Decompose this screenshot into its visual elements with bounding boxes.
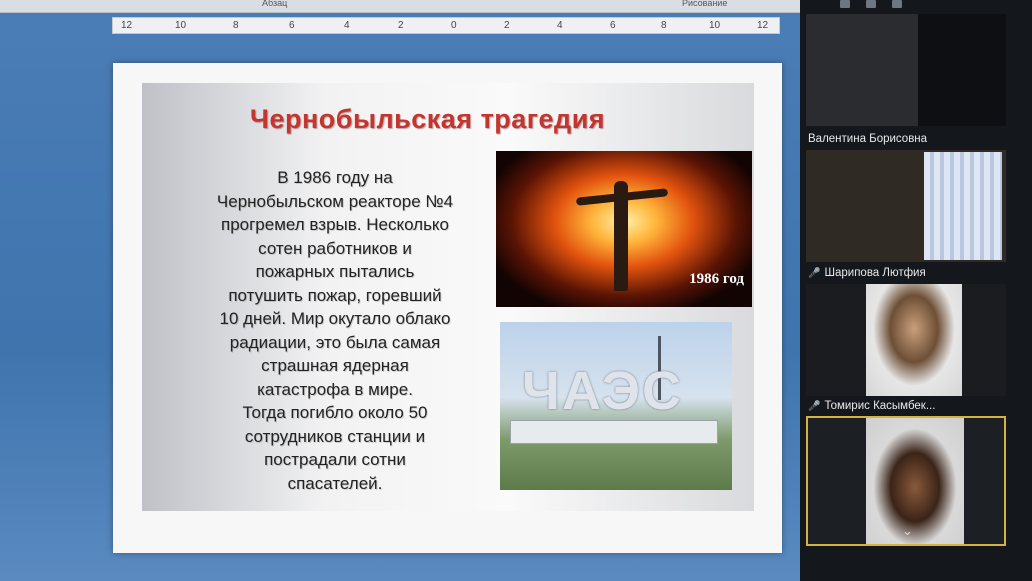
toolbar-icon[interactable] [866, 0, 876, 8]
ruler-tick: 4 [557, 20, 563, 31]
slide-title: Чернобыльская трагедия [250, 104, 606, 134]
ruler-tick: 0 [451, 20, 457, 31]
ruler-tick: 8 [233, 20, 239, 31]
ruler-tick: 2 [504, 20, 510, 31]
paragraph-line: В 1986 году на [277, 168, 393, 187]
paragraph-line: страшная ядерная [261, 356, 409, 375]
paragraph-line: потушить пожар, горевший [228, 285, 442, 305]
paragraph-line: сотрудников станции и [244, 426, 426, 446]
monument-figure [614, 181, 628, 291]
participant-video [866, 418, 964, 544]
ruler-tick: 12 [121, 20, 133, 31]
participant-video [924, 152, 1002, 260]
paragraph-line: 10 дней. Мир окутало облако [219, 309, 451, 328]
ribbon-label-drawing[interactable]: Рисование [682, 0, 727, 8]
ruler-tick: 12 [757, 20, 769, 31]
paragraph-line: прогремел взрыв. Несколько [220, 215, 450, 234]
ruler-tick: 8 [661, 20, 667, 31]
participant-tile[interactable] [806, 284, 1006, 396]
ruler-tick: 6 [610, 20, 616, 31]
mic-muted-icon: 🎤 [808, 401, 821, 412]
paragraph-line: радиации, это была самая [229, 332, 441, 352]
chevron-down-icon[interactable]: ⌄ [902, 523, 913, 539]
paragraph-line: пожарных пытались [255, 262, 415, 281]
participant-video [918, 14, 1006, 126]
paragraph-line: катастрофа в мире. [257, 379, 413, 399]
ruler-tick: 6 [289, 20, 295, 31]
photo-caption: 1986 год [689, 271, 744, 287]
participant-name: 🎤 Томирис Касымбек... [808, 400, 935, 412]
paragraph-line: сотен работников и [258, 238, 412, 258]
participant-name: 🎤 Шарипова Лютфия [808, 267, 926, 279]
participant-tile[interactable] [806, 150, 1006, 262]
slide-paragraph: В 1986 году на Чернобыльском реакторе №4… [175, 166, 495, 495]
station-sign [510, 420, 718, 444]
station-photo: ЧАЭС [500, 322, 732, 490]
ruler-tick: 2 [398, 20, 404, 31]
participant-video [866, 284, 962, 396]
mic-muted-icon: 🎤 [808, 268, 821, 279]
ruler-tick: 10 [709, 20, 721, 31]
toolbar-icon[interactable] [892, 0, 902, 8]
ruler-tick: 4 [344, 20, 350, 31]
paragraph-line: спасателей. [287, 473, 383, 493]
paragraph-line: пострадали сотни [264, 450, 406, 469]
horizontal-ruler[interactable]: 12 10 8 6 4 2 0 2 4 6 8 10 12 [112, 17, 780, 34]
participant-name-label: Томирис Касымбек... [824, 400, 936, 412]
participant-name-label: Шарипова Лютфия [824, 267, 926, 279]
station-letters: ЧАЭС [522, 361, 684, 421]
paragraph-line: Чернобыльском реакторе №4 [216, 191, 454, 211]
ribbon-strip: Абзац Рисование [0, 0, 800, 13]
toolbar-icon[interactable] [840, 0, 850, 8]
ruler-tick: 10 [175, 20, 187, 31]
explosion-photo: 1986 год [496, 151, 752, 307]
paragraph-line: Тогда погибло около 50 [242, 403, 428, 422]
ribbon-label-paragraph[interactable]: Абзац [262, 0, 287, 8]
participant-tile[interactable] [806, 14, 1006, 126]
participant-name: Валентина Борисовна [808, 133, 928, 145]
